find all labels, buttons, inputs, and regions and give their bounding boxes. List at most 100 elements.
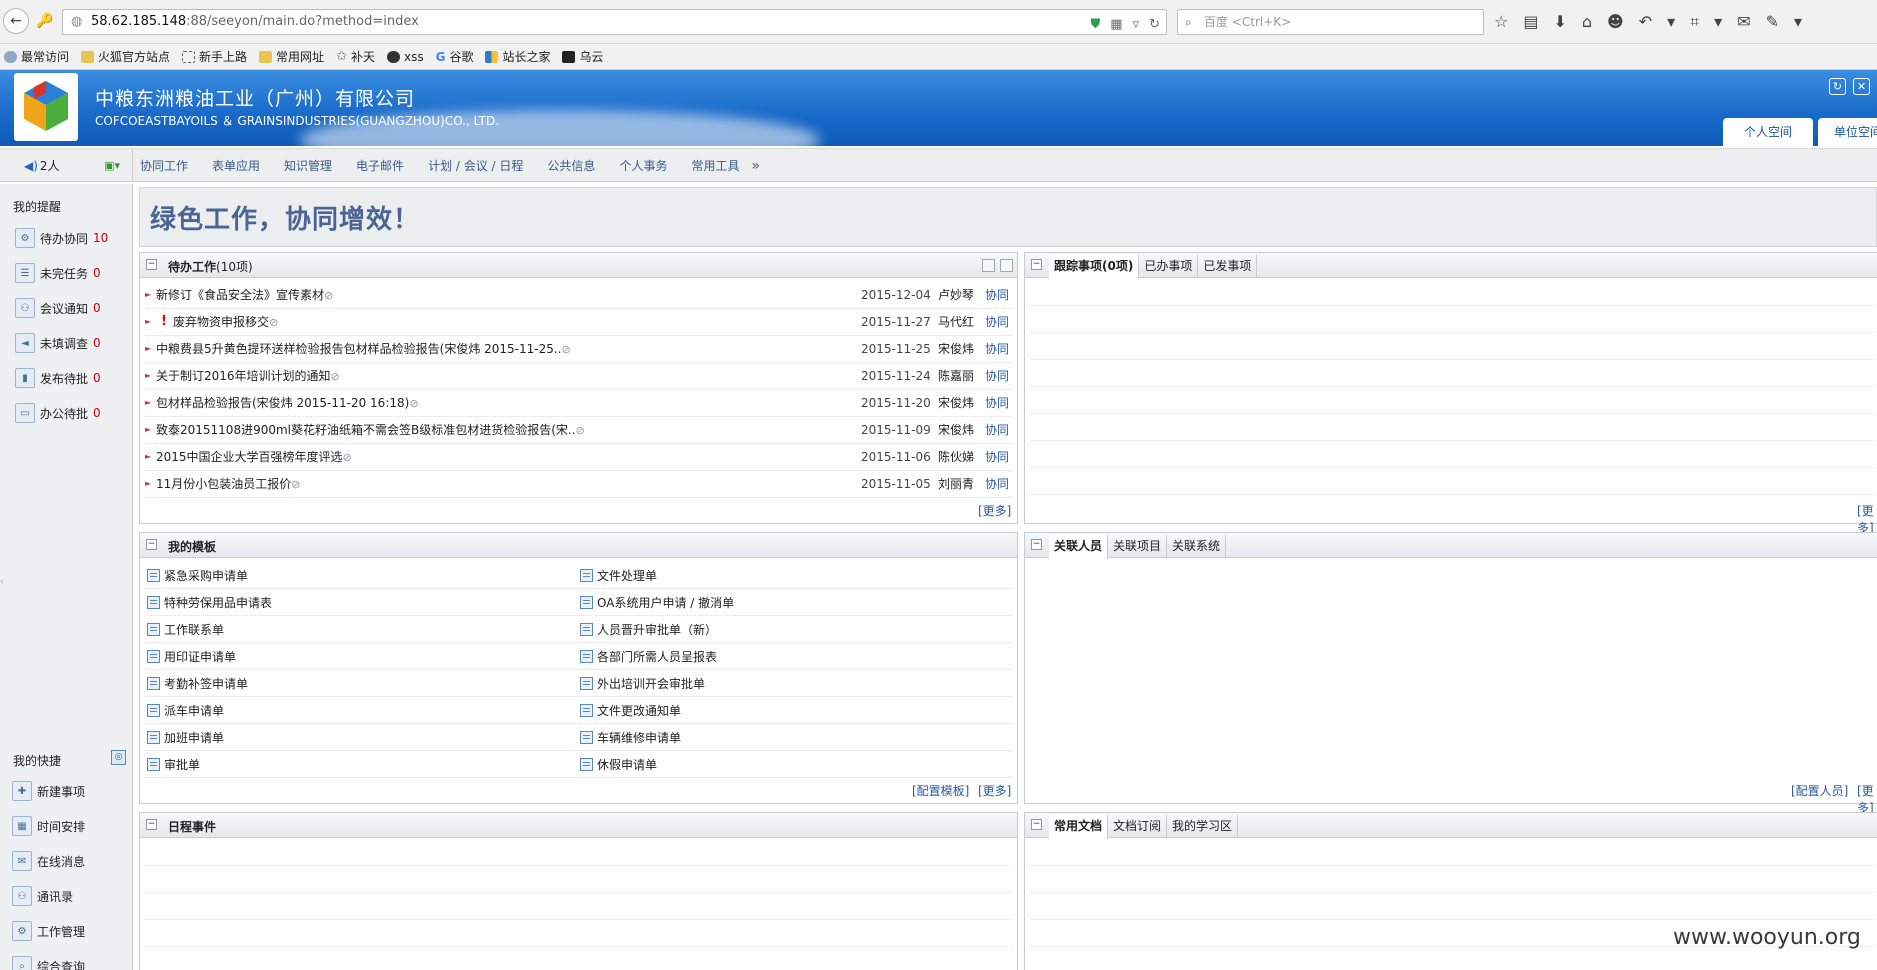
reminder-unfinished-tasks[interactable]: ☰ 未完任务 0 bbox=[15, 263, 101, 283]
tab-unit-space[interactable]: 单位空间 bbox=[1818, 118, 1877, 146]
table-row[interactable]: ►! 废弃物资申报移交⊘ 2015-11-27 马代红 协同 bbox=[145, 309, 1012, 336]
menu-item-schedule[interactable]: 计划 / 会议 / 日程 bbox=[428, 157, 523, 174]
reload-icon[interactable]: ↻ bbox=[1149, 13, 1160, 37]
quick-search[interactable]: ⌕ 综合查询 bbox=[12, 956, 85, 970]
shield-icon[interactable]: ⛊ bbox=[1091, 13, 1101, 37]
bookmark-item[interactable]: 常用网址 bbox=[259, 48, 324, 65]
menu-arrow-icon[interactable]: ▾ bbox=[1794, 12, 1802, 32]
bookmark-item[interactable]: 新手上路 bbox=[182, 48, 247, 65]
tab-sent[interactable]: 已发事项 bbox=[1198, 255, 1258, 278]
tab-learning-area[interactable]: 我的学习区 bbox=[1167, 815, 1239, 838]
table-row[interactable]: ► 包材样品检验报告(宋俊炜 2015-11-20 16:18)⊘ 2015-11-… bbox=[145, 390, 1012, 417]
related-more-link[interactable]: [更多] bbox=[1857, 782, 1877, 816]
row-type-link[interactable]: 协同 bbox=[985, 390, 1009, 416]
row-type-link[interactable]: 协同 bbox=[985, 444, 1009, 470]
reminder-publish-approval[interactable]: ▮ 发布待批 0 bbox=[15, 368, 101, 388]
table-row[interactable]: ► 中粮费县5升黄色提环送样检验报告包材样品检验报告(宋俊炜 2015-11-25… bbox=[145, 336, 1012, 363]
collapse-button[interactable]: − bbox=[146, 819, 157, 830]
row-type-link[interactable]: 协同 bbox=[985, 471, 1009, 497]
tab-related-projects[interactable]: 关联项目 bbox=[1108, 535, 1168, 558]
undo-icon[interactable]: ↶ bbox=[1639, 12, 1652, 32]
row-subject[interactable]: 包材样品检验报告(宋俊炜 2015-11-20 16:18)⊘ bbox=[156, 390, 419, 417]
bookmark-item[interactable]: 站长之家 bbox=[485, 48, 550, 65]
reminder-pending-collab[interactable]: ⚙ 待办协同 10 bbox=[15, 228, 108, 248]
row-subject[interactable]: 2015中国企业大学百强榜年度评选⊘ bbox=[156, 444, 352, 471]
row-type-link[interactable]: 协同 bbox=[985, 336, 1009, 362]
row-subject[interactable]: 致泰20151108进900ml葵花籽油纸箱不需会签B级标准包材进货检验报告(宋… bbox=[156, 417, 585, 444]
reminder-office-approval[interactable]: ▭ 办公待批 0 bbox=[15, 403, 101, 423]
tab-related-systems[interactable]: 关联系统 bbox=[1167, 535, 1227, 558]
download-icon[interactable]: ⬇ bbox=[1553, 12, 1566, 32]
tab-common-docs[interactable]: 常用文档 bbox=[1049, 815, 1109, 839]
row-subject[interactable]: 废弃物资申报移交⊘ bbox=[173, 309, 278, 336]
tab-done[interactable]: 已办事项 bbox=[1139, 255, 1199, 278]
template-item[interactable]: 用印证申请单 bbox=[147, 643, 236, 670]
template-item[interactable]: 人员晋升审批单（新） bbox=[580, 616, 717, 643]
edit-icon[interactable] bbox=[982, 259, 995, 272]
table-row[interactable]: ► 致泰20151108进900ml葵花籽油纸箱不需会签B级标准包材进货检验报告(… bbox=[145, 417, 1012, 444]
site-identity-icon[interactable]: 🔑 bbox=[32, 8, 58, 34]
todo-more-link[interactable]: [更多] bbox=[978, 502, 1011, 519]
exit-icon[interactable]: ✕ bbox=[1853, 78, 1870, 95]
quick-work-management[interactable]: ⚙ 工作管理 bbox=[12, 921, 85, 941]
template-item[interactable]: 考勤补签申请单 bbox=[147, 670, 248, 697]
tab-tracking[interactable]: 跟踪事项(0项) bbox=[1049, 255, 1140, 279]
quick-online-message[interactable]: ✉ 在线消息 bbox=[12, 851, 85, 871]
bookmark-item[interactable]: xss bbox=[386, 50, 424, 64]
refresh-icon[interactable]: ↻ bbox=[1829, 78, 1846, 95]
tracking-more-link[interactable]: [更多] bbox=[1857, 502, 1877, 536]
bookmark-item[interactable]: G 谷歌 bbox=[436, 48, 474, 65]
template-item[interactable]: 紧急采购申请单 bbox=[147, 562, 248, 589]
template-item[interactable]: OA系统用户申请 / 撤消单 bbox=[580, 589, 734, 616]
row-subject[interactable]: 新修订《食品安全法》宣传素材⊘ bbox=[156, 282, 333, 309]
menu-item-public-info[interactable]: 公共信息 bbox=[547, 157, 595, 174]
row-type-link[interactable]: 协同 bbox=[985, 363, 1009, 389]
collapse-button[interactable]: − bbox=[1031, 539, 1042, 550]
template-item[interactable]: 特种劳保用品申请表 bbox=[147, 589, 272, 616]
table-row[interactable]: ► 关于制订2016年培训计划的通知⊘ 2015-11-24 陈嘉丽 协同 bbox=[145, 363, 1012, 390]
config-icon[interactable] bbox=[1000, 259, 1013, 272]
menu-arrow-icon[interactable]: ▾ bbox=[1714, 12, 1722, 32]
tab-related-people[interactable]: 关联人员 bbox=[1049, 535, 1109, 559]
template-item[interactable]: 审批单 bbox=[147, 751, 200, 778]
extension-icon[interactable]: ✎ bbox=[1766, 12, 1779, 32]
config-templates-link[interactable]: [配置模板] bbox=[912, 782, 969, 799]
bookmark-star-icon[interactable]: ☆ bbox=[1494, 12, 1508, 32]
row-type-link[interactable]: 协同 bbox=[985, 282, 1009, 308]
collapse-button[interactable]: − bbox=[146, 259, 157, 270]
config-people-link[interactable]: [配置人员] bbox=[1791, 782, 1848, 799]
tab-doc-subscription[interactable]: 文档订阅 bbox=[1108, 815, 1168, 838]
template-item[interactable]: 文件更改通知单 bbox=[580, 697, 681, 724]
template-item[interactable]: 车辆维修申请单 bbox=[580, 724, 681, 751]
row-subject[interactable]: 中粮费县5升黄色提环送样检验报告包材样品检验报告(宋俊炜 2015-11-25.… bbox=[156, 336, 571, 363]
row-subject[interactable]: 11月份小包装油员工报价⊘ bbox=[156, 471, 301, 498]
quick-address-book[interactable]: ⚇ 通讯录 bbox=[12, 886, 73, 906]
qrcode-icon[interactable]: ▦ bbox=[1110, 13, 1122, 37]
templates-more-link[interactable]: [更多] bbox=[978, 782, 1011, 799]
collapse-button[interactable]: − bbox=[146, 539, 157, 550]
status-dropdown-icon[interactable]: ▣▾ bbox=[104, 159, 120, 172]
menu-item-forms[interactable]: 表单应用 bbox=[212, 157, 260, 174]
template-item[interactable]: 派车申请单 bbox=[147, 697, 224, 724]
table-row[interactable]: ► 11月份小包装油员工报价⊘ 2015-11-05 刘丽青 协同 bbox=[145, 471, 1012, 498]
menu-item-personal[interactable]: 个人事务 bbox=[619, 157, 667, 174]
search-input[interactable]: ⌕ 百度 <Ctrl+K> bbox=[1177, 9, 1484, 35]
template-item[interactable]: 各部门所需人员呈报表 bbox=[580, 643, 717, 670]
table-row[interactable]: ► 2015中国企业大学百强榜年度评选⊘ 2015-11-06 陈伙娣 协同 bbox=[145, 444, 1012, 471]
row-type-link[interactable]: 协同 bbox=[985, 309, 1009, 335]
template-item[interactable]: 工作联系单 bbox=[147, 616, 224, 643]
dropdown-icon[interactable]: ▿ bbox=[1133, 13, 1140, 37]
template-item[interactable]: 文件处理单 bbox=[580, 562, 657, 589]
bookmark-item[interactable]: 火狐官方站点 bbox=[81, 48, 170, 65]
bookmark-item[interactable]: 乌云 bbox=[562, 48, 604, 65]
quick-settings-icon[interactable]: ◎ bbox=[111, 750, 126, 765]
quick-new-item[interactable]: ✚ 新建事项 bbox=[12, 781, 85, 801]
crop-icon[interactable]: ⌗ bbox=[1690, 12, 1699, 32]
menu-item-email[interactable]: 电子邮件 bbox=[356, 157, 404, 174]
row-subject[interactable]: 关于制订2016年培训计划的通知⊘ bbox=[156, 363, 340, 390]
menu-item-knowledge[interactable]: 知识管理 bbox=[284, 157, 332, 174]
menu-item-collab[interactable]: 协同工作 bbox=[140, 157, 188, 174]
reminder-meetings[interactable]: ⚇ 会议通知 0 bbox=[15, 298, 101, 318]
message-icon[interactable]: ✉ bbox=[1737, 12, 1750, 32]
back-button[interactable]: ← bbox=[3, 8, 29, 34]
